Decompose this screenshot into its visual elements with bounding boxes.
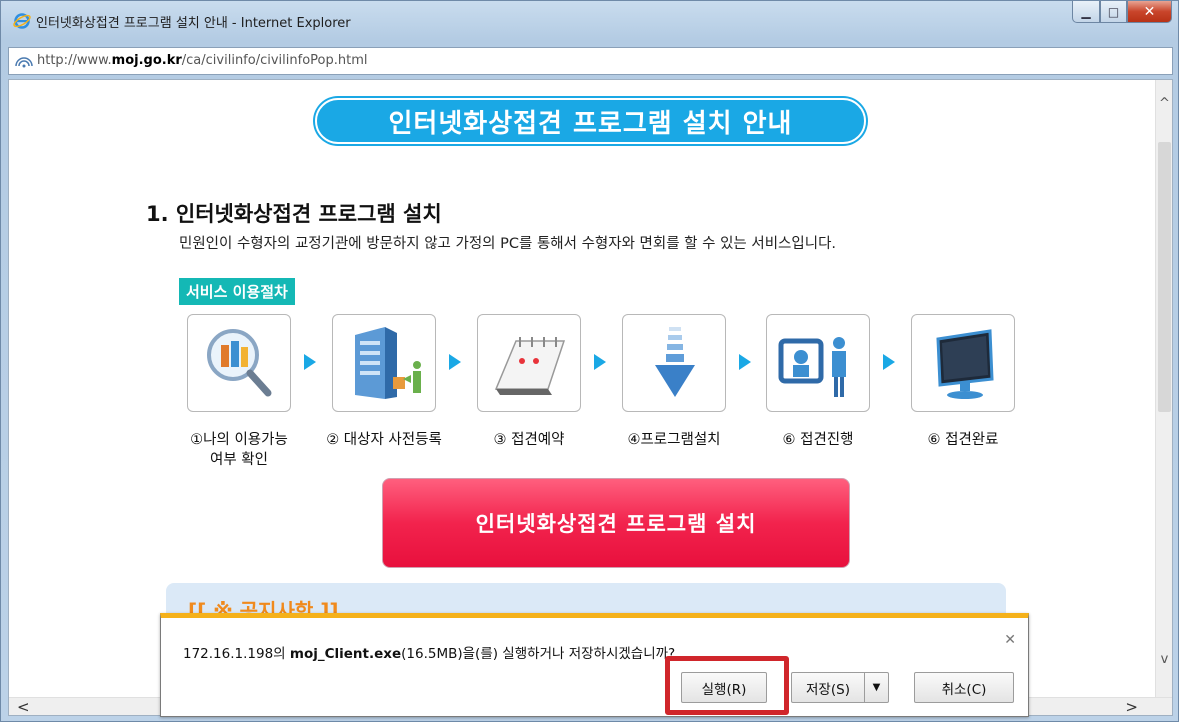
url-prefix: http://www.	[37, 53, 112, 68]
step-complete	[911, 314, 1015, 412]
step-reservation	[477, 314, 581, 412]
scroll-thumb[interactable]	[1158, 142, 1171, 412]
install-program-button[interactable]: 인터넷화상접견 프로그램 설치	[382, 478, 850, 568]
step-arrow	[883, 354, 895, 370]
scroll-up-icon[interactable]: ^	[1156, 96, 1172, 114]
run-button-highlight	[665, 656, 789, 715]
download-notification-bar: 172.16.1.198의 moj_Client.exe(16.5MB)을(를)…	[160, 613, 1029, 717]
scroll-down-icon[interactable]: v	[1156, 652, 1172, 670]
download-message-rest: (16.5MB)을(를) 실행하거나 저장하시겠습니까?	[401, 646, 676, 662]
url-domain: moj.go.kr	[111, 53, 182, 68]
page-icon	[15, 57, 33, 68]
step-label: ④프로그램설치	[627, 432, 721, 448]
window-title: 인터넷화상접견 프로그램 설치 안내 - Internet Explorer	[36, 16, 351, 31]
address-bar[interactable]: http://www.moj.go.kr/ca/civilinfo/civili…	[8, 47, 1173, 75]
download-source: 172.16.1.198의	[183, 646, 290, 662]
save-button[interactable]: 저장(S)	[791, 672, 865, 703]
internet-explorer-icon	[13, 13, 31, 29]
save-options-dropdown[interactable]: ▼	[865, 672, 889, 703]
step-label: ⑥ 접견완료	[927, 432, 999, 448]
step-arrow	[304, 354, 316, 370]
step-label: ③ 접견예약	[493, 432, 565, 448]
minimize-button[interactable]: ▁	[1072, 1, 1100, 23]
window-controls: ▁ □ ✕	[1072, 1, 1172, 23]
step-label-line1: ①나의 이용가능	[190, 432, 288, 448]
step-label: ⑥ 접견진행	[782, 432, 854, 448]
step-visit	[766, 314, 870, 412]
section-title: 1. 인터넷화상접견 프로그램 설치	[146, 202, 442, 226]
download-filename: moj_Client.exe	[289, 646, 402, 662]
step-arrow	[449, 354, 461, 370]
step-register	[332, 314, 436, 412]
download-message: 172.16.1.198의 moj_Client.exe(16.5MB)을(를)…	[183, 642, 675, 662]
step-install	[622, 314, 726, 412]
building-icon	[355, 327, 421, 399]
cancel-button[interactable]: 취소(C)	[914, 672, 1014, 703]
title-bar: 인터넷화상접견 프로그램 설치 안내 - Internet Explorer ▁…	[1, 1, 1178, 41]
service-procedure-label: 서비스 이용절차	[179, 278, 295, 305]
maximize-button[interactable]: □	[1100, 1, 1127, 23]
magnifier-people-icon	[207, 329, 272, 397]
page-banner: 인터넷화상접견 프로그램 설치 안내	[315, 98, 866, 144]
monitor-icon	[936, 329, 994, 399]
scroll-right-icon[interactable]: >	[1125, 698, 1138, 715]
step-label: ①나의 이용가능 여부 확인	[169, 430, 309, 470]
step-check-availability	[187, 314, 291, 412]
close-icon[interactable]: ✕	[1004, 632, 1016, 648]
step-label-line2: 여부 확인	[210, 452, 268, 468]
vertical-scrollbar[interactable]: ^ v	[1155, 80, 1172, 700]
video-call-icon	[778, 337, 846, 397]
url-text: http://www.moj.go.kr/ca/civilinfo/civili…	[37, 53, 367, 68]
download-arrow-icon	[655, 327, 695, 397]
url-path: /ca/civilinfo/civilinfoPop.html	[181, 53, 368, 68]
step-arrow	[594, 354, 606, 370]
step-arrow	[739, 354, 751, 370]
step-label: ② 대상자 사전등록	[326, 432, 442, 448]
calendar-icon	[494, 337, 566, 395]
close-window-button[interactable]: ✕	[1127, 1, 1172, 23]
scroll-left-icon[interactable]: <	[17, 698, 30, 715]
section-description: 민원인이 수형자의 교정기관에 방문하지 않고 가정의 PC를 통해서 수형자와…	[179, 236, 837, 252]
